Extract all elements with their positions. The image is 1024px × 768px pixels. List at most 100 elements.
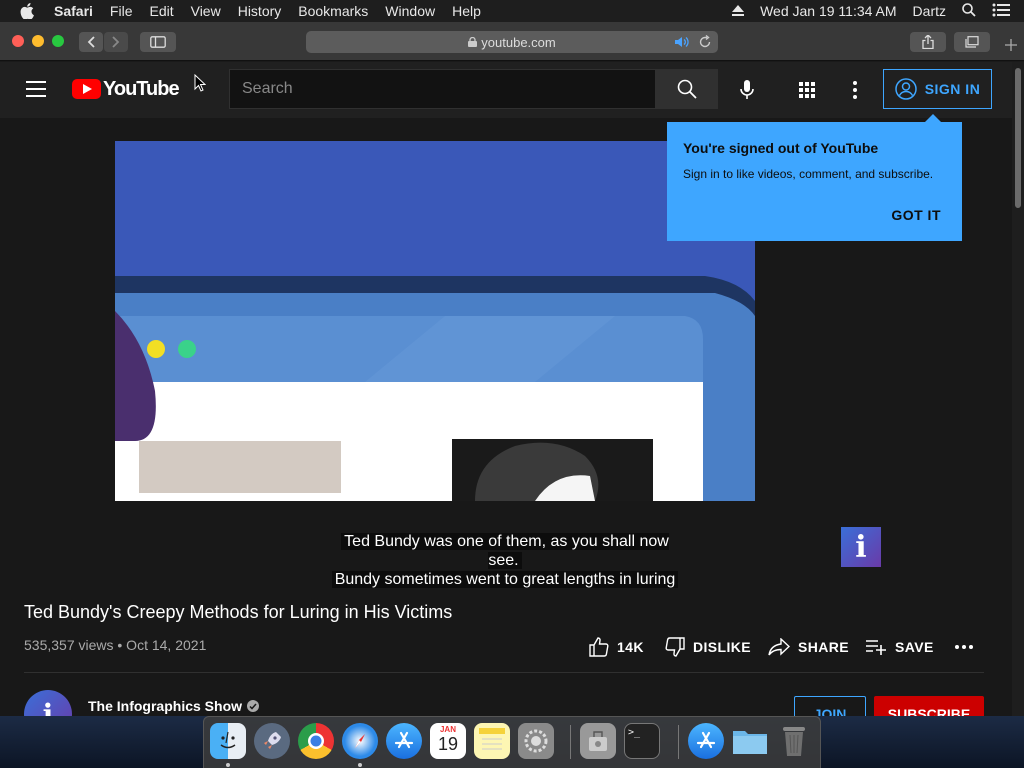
video-captions: Ted Bundy was one of them, as you shall … xyxy=(324,532,686,589)
calendar-icon[interactable]: JAN 19 xyxy=(430,723,466,759)
search-input[interactable]: Search xyxy=(229,69,656,109)
thumbs-down-icon xyxy=(665,637,685,657)
metadata-divider xyxy=(24,672,984,673)
youtube-play-icon xyxy=(72,79,101,99)
control-center-icon[interactable] xyxy=(992,3,1010,20)
more-horizontal-icon xyxy=(955,645,973,649)
close-window-button[interactable] xyxy=(12,35,24,47)
channel-name[interactable]: The Infographics Show xyxy=(88,698,260,714)
minimize-window-button[interactable] xyxy=(32,35,44,47)
join-button[interactable]: JOIN xyxy=(794,696,866,716)
macos-menu-bar: Safari File Edit View History Bookmarks … xyxy=(0,0,1024,22)
youtube-logo[interactable]: YouTube xyxy=(72,77,180,100)
plus-icon xyxy=(1005,39,1017,51)
more-actions-button[interactable] xyxy=(954,636,982,658)
trash-icon[interactable] xyxy=(776,723,812,759)
got-it-button[interactable]: GOT IT xyxy=(891,207,941,223)
system-preferences-icon[interactable] xyxy=(518,723,554,759)
app-store-icon[interactable] xyxy=(386,723,422,759)
forward-button[interactable] xyxy=(104,32,128,52)
caption-line: Bundy sometimes went to great lengths in… xyxy=(331,571,679,588)
youtube-page: YouTube Search SIGN IN Ted Bundy was one… xyxy=(0,62,1012,716)
page-scrollbar[interactable] xyxy=(1012,62,1024,716)
channel-name-text: The Infographics Show xyxy=(88,698,243,714)
menubar-user[interactable]: Dartz xyxy=(913,3,946,19)
verified-badge-icon xyxy=(247,700,260,712)
tab-overview-button[interactable] xyxy=(954,32,990,52)
terminal-icon[interactable]: >_ xyxy=(624,723,660,759)
menu-file[interactable]: File xyxy=(110,3,133,19)
like-button[interactable]: 14K xyxy=(589,636,644,658)
share-icon xyxy=(922,35,934,49)
caption-line: Ted Bundy was one of them, as you shall … xyxy=(341,533,669,569)
youtube-wordmark: YouTube xyxy=(103,77,180,100)
signed-out-tooltip: You're signed out of YouTube Sign in to … xyxy=(667,114,962,241)
menubar-clock[interactable]: Wed Jan 19 11:34 AM xyxy=(760,3,896,19)
address-bar[interactable]: youtube.com xyxy=(306,31,718,53)
notes-icon[interactable] xyxy=(474,723,510,759)
save-label: SAVE xyxy=(895,639,934,655)
sidebar-icon xyxy=(150,36,166,48)
video-stats: 535,357 views • Oct 14, 2021 xyxy=(24,637,207,653)
scrollbar-thumb[interactable] xyxy=(1015,68,1021,208)
menu-view[interactable]: View xyxy=(191,3,221,19)
menu-edit[interactable]: Edit xyxy=(149,3,173,19)
back-button[interactable] xyxy=(79,32,103,52)
apple-menu-icon[interactable] xyxy=(20,3,36,19)
menu-history[interactable]: History xyxy=(238,3,282,19)
playlist-add-icon xyxy=(866,640,886,655)
calendar-month: JAN xyxy=(439,725,456,734)
downloads-stack-icon[interactable] xyxy=(688,723,724,759)
tooltip-body: Sign in to like videos, comment, and sub… xyxy=(683,167,934,181)
spotlight-icon[interactable] xyxy=(962,2,976,20)
safari-toolbar: youtube.com xyxy=(0,22,1024,61)
more-vertical-icon xyxy=(853,81,857,99)
subscribe-button[interactable]: SUBSCRIBE xyxy=(874,696,984,716)
menu-bookmarks[interactable]: Bookmarks xyxy=(298,3,368,19)
finder-icon[interactable] xyxy=(210,723,246,759)
sign-in-label: SIGN IN xyxy=(924,81,981,97)
eject-icon[interactable] xyxy=(732,3,745,19)
sign-in-button[interactable]: SIGN IN xyxy=(883,69,992,109)
channel-avatar[interactable]: i xyxy=(24,690,72,716)
search-button[interactable] xyxy=(656,69,718,109)
calendar-day: 19 xyxy=(437,734,459,754)
dock-separator xyxy=(570,725,571,759)
chrome-icon[interactable] xyxy=(298,723,334,759)
disk-utility-icon[interactable] xyxy=(580,723,616,759)
video-player[interactable] xyxy=(115,141,755,501)
thumbs-up-icon xyxy=(589,637,609,657)
reload-icon[interactable] xyxy=(698,34,712,52)
save-button[interactable]: SAVE xyxy=(865,636,934,658)
share-toolbar-button[interactable] xyxy=(910,32,946,52)
audio-playing-icon[interactable] xyxy=(674,35,690,52)
menu-window[interactable]: Window xyxy=(385,3,435,19)
microphone-icon xyxy=(740,80,754,99)
chevron-right-icon xyxy=(112,36,120,48)
settings-more-button[interactable] xyxy=(843,78,867,102)
menu-app-safari[interactable]: Safari xyxy=(54,3,93,19)
apps-grid-icon xyxy=(799,82,815,98)
safari-dock-icon[interactable] xyxy=(342,723,378,759)
new-tab-button[interactable] xyxy=(1000,34,1022,56)
guide-menu-icon[interactable] xyxy=(26,81,46,97)
voice-search-button[interactable] xyxy=(735,78,759,102)
url-text: youtube.com xyxy=(481,34,556,50)
sidebar-toggle-button[interactable] xyxy=(140,32,176,52)
macos-dock: JAN 19 >_ xyxy=(203,716,821,768)
dislike-button[interactable]: DISLIKE xyxy=(665,636,751,658)
account-circle-icon xyxy=(894,78,917,100)
share-button[interactable]: SHARE xyxy=(768,636,849,658)
share-label: SHARE xyxy=(798,639,850,655)
youtube-masthead: YouTube Search SIGN IN xyxy=(0,62,1012,118)
video-title: Ted Bundy's Creepy Methods for Luring in… xyxy=(24,602,453,622)
safari-running-indicator xyxy=(358,763,362,767)
dock-separator xyxy=(678,725,679,759)
menu-help[interactable]: Help xyxy=(452,3,481,19)
search-icon xyxy=(677,79,697,99)
youtube-apps-button[interactable] xyxy=(795,78,819,102)
folder-icon[interactable] xyxy=(732,723,768,759)
launchpad-icon[interactable] xyxy=(254,723,290,759)
zoom-window-button[interactable] xyxy=(52,35,64,47)
channel-watermark[interactable]: i xyxy=(841,527,881,567)
